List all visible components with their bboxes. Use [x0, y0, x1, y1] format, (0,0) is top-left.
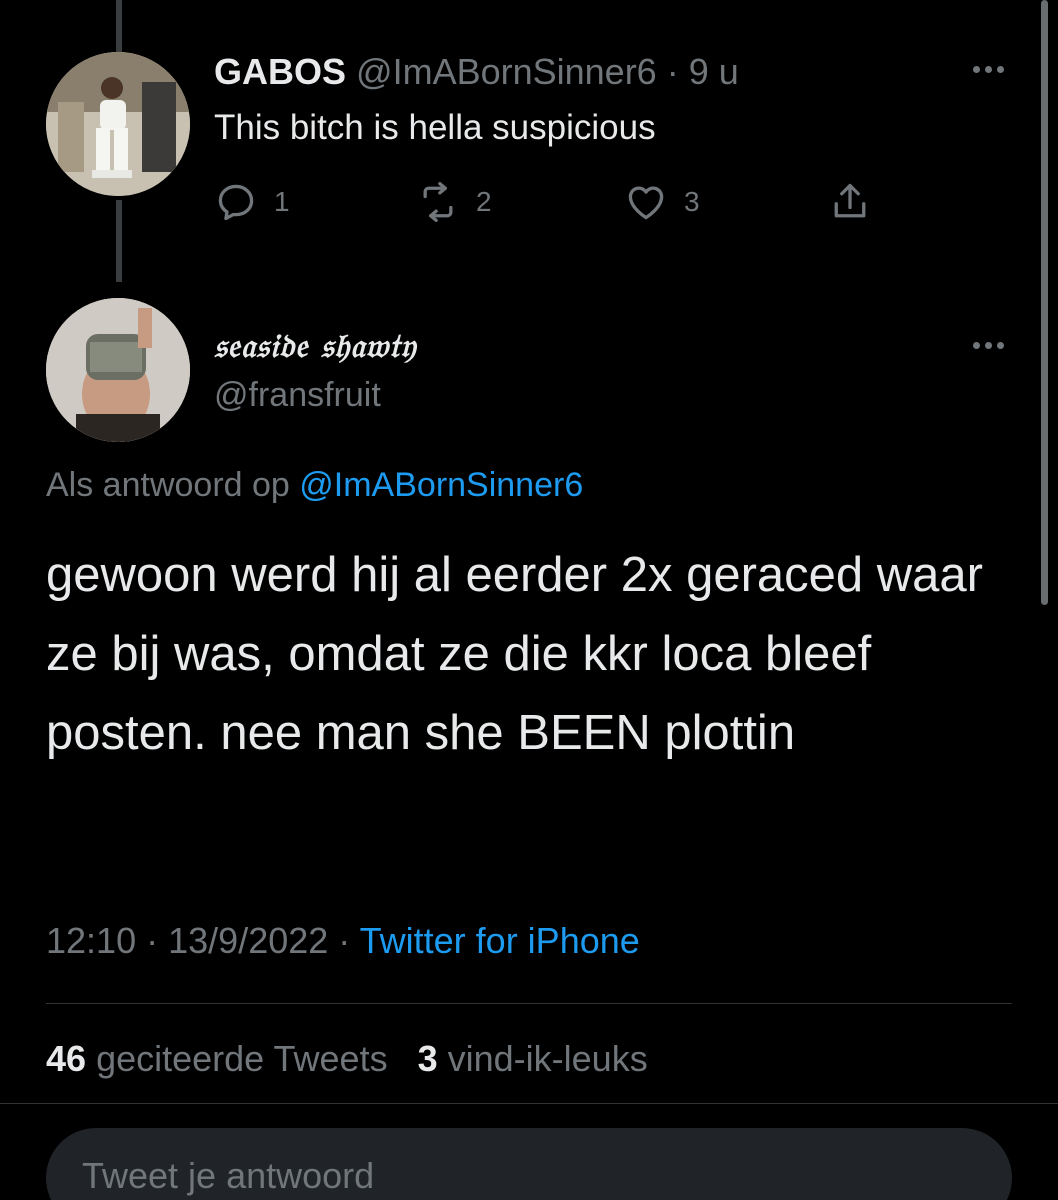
tweet-meta: 12:10 · 13/9/2022 · Twitter for iPhone: [46, 920, 640, 962]
parent-time[interactable]: 9 u: [689, 51, 739, 92]
avatar-fransfruit-image: [46, 298, 190, 442]
parent-separator: ·: [666, 51, 679, 92]
avatar-gabos-image: [46, 52, 190, 196]
reply-to-handle-link[interactable]: @ImABornSinner6: [299, 466, 583, 504]
like-button[interactable]: 3: [624, 178, 700, 226]
tweet-time[interactable]: 12:10: [46, 920, 136, 961]
share-button[interactable]: [828, 178, 888, 226]
parent-display-name[interactable]: GABOS: [214, 51, 346, 92]
parent-more-icon[interactable]: [968, 64, 1008, 74]
parent-tweet-text: This bitch is hella suspicious: [214, 108, 656, 147]
reply-count: 1: [274, 186, 290, 217]
reply-icon: [218, 184, 254, 221]
divider-stats: [0, 1103, 1058, 1104]
reply-prefix: Als antwoord op: [46, 466, 290, 504]
tweet-source-link[interactable]: Twitter for iPhone: [360, 920, 640, 961]
quote-tweets-link[interactable]: 46 geciteerde Tweets: [46, 1038, 388, 1079]
retweet-icon: [423, 182, 453, 222]
heart-icon: [628, 186, 664, 220]
likes-label: vind-ik-leuks: [447, 1038, 648, 1079]
main-display-name[interactable]: 𝔰𝔢𝔞𝔰𝔦𝔡𝔢 𝔰𝔥𝔞𝔴𝔱𝔶: [214, 326, 417, 366]
meta-separator-1: ·: [146, 920, 159, 961]
quote-label: geciteerde Tweets: [96, 1038, 388, 1079]
avatar-gabos[interactable]: [46, 52, 190, 196]
reply-button[interactable]: 1: [214, 178, 290, 226]
divider-meta: [46, 1003, 1012, 1004]
meta-separator-2: ·: [338, 920, 351, 961]
retweet-count: 2: [476, 186, 492, 217]
main-more-icon[interactable]: [968, 340, 1008, 350]
quote-count: 46: [46, 1038, 87, 1079]
reply-composer[interactable]: [46, 1128, 1012, 1200]
main-tweet-text: gewoon werd hij al eerder 2x geraced waa…: [46, 548, 983, 760]
tweet-date[interactable]: 13/9/2022: [168, 920, 328, 961]
scrollbar[interactable]: [1041, 0, 1048, 605]
like-count: 3: [684, 186, 700, 217]
avatar-fransfruit[interactable]: [46, 298, 190, 442]
likes-link[interactable]: 3 vind-ik-leuks: [418, 1038, 648, 1079]
parent-handle[interactable]: @ImABornSinner6: [356, 51, 657, 92]
main-handle[interactable]: @fransfruit: [214, 376, 381, 415]
reply-input[interactable]: [80, 1150, 964, 1200]
stats-like-count: 3: [417, 1038, 438, 1079]
reply-context: Als antwoord op @ImABornSinner6: [46, 466, 583, 505]
tweet-detail-page: GABOS @ImABornSinner6 · 9 u This bitch i…: [0, 0, 1058, 1200]
thread-connector: [116, 200, 122, 282]
share-icon: [834, 183, 866, 218]
retweet-button[interactable]: 2: [416, 178, 492, 226]
tweet-stats: 46 geciteerde Tweets 3 vind-ik-leuks: [46, 1038, 648, 1080]
parent-action-bar: 1 2 3: [214, 178, 894, 226]
thread-line-top: [116, 0, 122, 52]
parent-tweet-header: GABOS @ImABornSinner6 · 9 u: [214, 50, 739, 94]
